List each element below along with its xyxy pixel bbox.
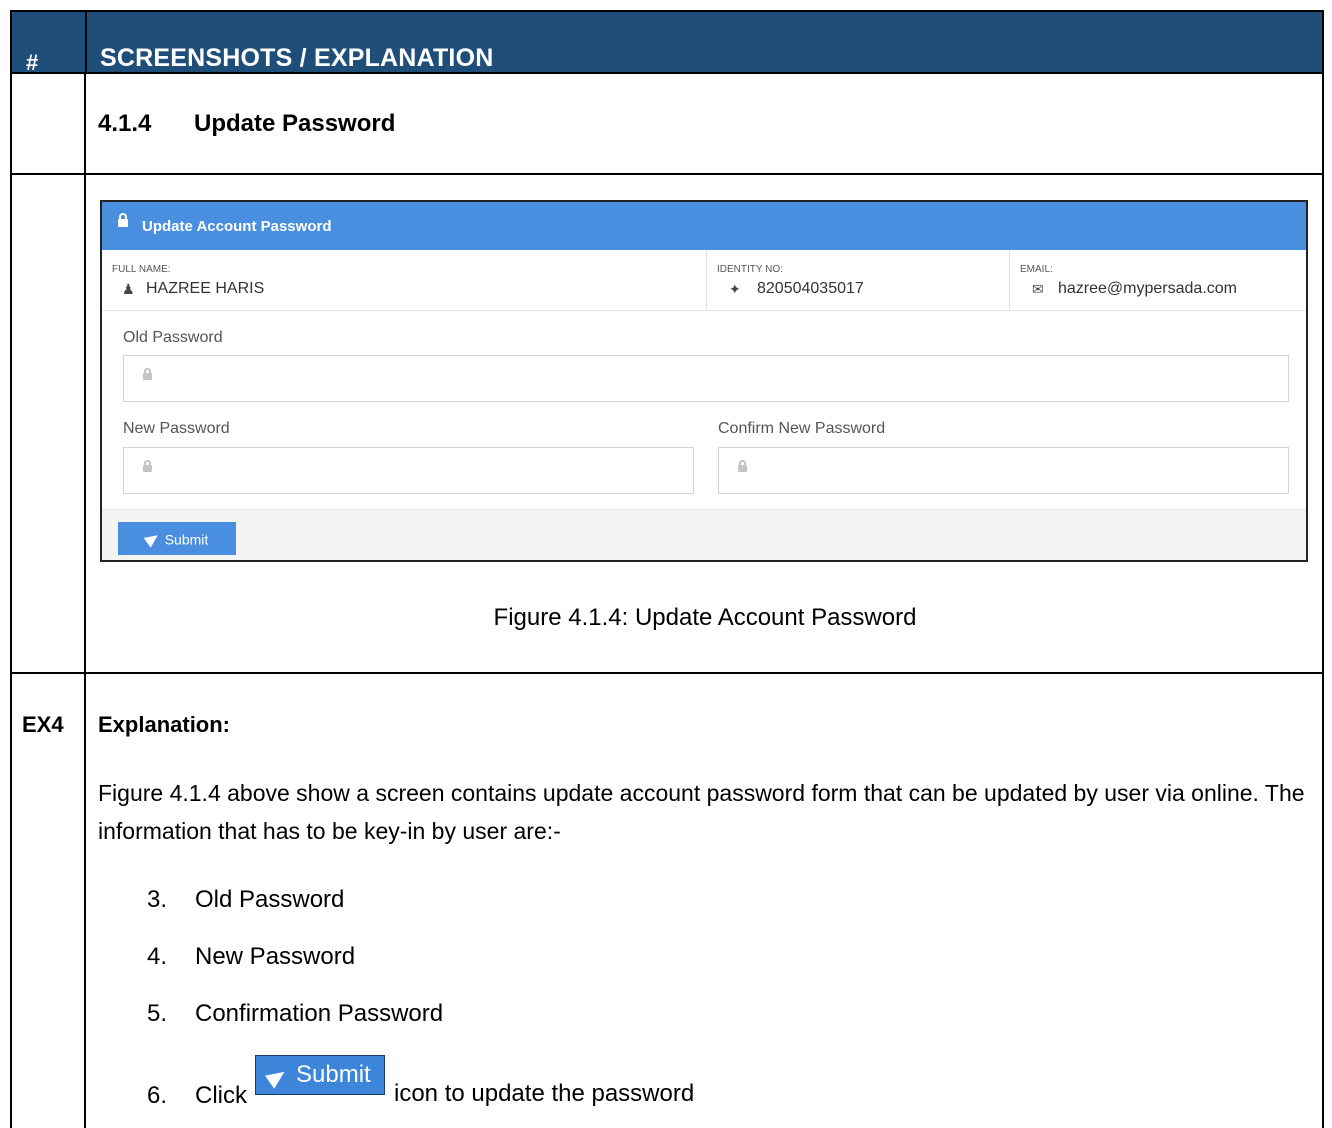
inline-submit-button-image: Submit bbox=[255, 1055, 385, 1095]
screenshot-update-password: Update Account Password FULL NAME: ♟ HAZ… bbox=[100, 200, 1308, 562]
explanation-heading: Explanation: bbox=[98, 712, 231, 737]
header-title: SCREENSHOTS / EXPLANATION bbox=[100, 44, 494, 72]
list-number: 3. bbox=[147, 886, 168, 913]
confirm-password-label: Confirm New Password bbox=[718, 420, 886, 437]
list-text: Old Password bbox=[195, 886, 345, 913]
list-text: New Password bbox=[195, 943, 356, 970]
identity-cell: IDENTITY NO: ✦ 820504035017 bbox=[707, 250, 1010, 310]
list-text-click: Click bbox=[195, 1082, 247, 1109]
list-item: 6. Click bbox=[147, 1082, 247, 1110]
lock-icon bbox=[143, 368, 152, 380]
email-value: hazree@mypersada.com bbox=[1058, 280, 1237, 297]
submit-label: Submit bbox=[164, 531, 209, 548]
old-password-input[interactable] bbox=[123, 355, 1289, 402]
confirm-password-input[interactable] bbox=[718, 447, 1289, 494]
list-item: 3. Old Password bbox=[147, 886, 344, 914]
header-divider bbox=[85, 12, 87, 72]
section-title: 4.1.4 Update Password bbox=[98, 110, 395, 138]
form-footer: Submit bbox=[102, 509, 1306, 560]
section-title-text: Update Password bbox=[194, 110, 396, 137]
unlock-icon bbox=[143, 460, 152, 472]
lock-icon bbox=[738, 460, 747, 472]
row-divider-2 bbox=[10, 672, 1324, 674]
email-label: EMAIL: bbox=[1020, 264, 1053, 275]
panel-title-bar: Update Account Password bbox=[102, 202, 1306, 250]
list-number: 4. bbox=[147, 943, 168, 970]
table-left-border bbox=[10, 74, 12, 1128]
row-id: EX4 bbox=[22, 712, 64, 737]
header-number-col: # bbox=[26, 50, 39, 75]
paper-plane-icon bbox=[265, 1065, 289, 1089]
identity-label: IDENTITY NO: bbox=[717, 264, 783, 275]
figure-caption: Figure 4.1.4: Update Account Password bbox=[493, 604, 917, 631]
tag-icon: ✦ bbox=[729, 281, 741, 297]
identity-value: 820504035017 bbox=[757, 280, 864, 297]
section-number: 4.1.4 bbox=[98, 110, 152, 137]
panel-title: Update Account Password bbox=[142, 218, 332, 235]
new-password-input[interactable] bbox=[123, 447, 694, 494]
account-info-row: FULL NAME: ♟ HAZREE HARIS IDENTITY NO: ✦… bbox=[102, 250, 1306, 311]
inline-submit-label: Submit bbox=[296, 1061, 371, 1088]
user-icon: ♟ bbox=[122, 281, 135, 297]
lock-icon bbox=[118, 213, 128, 227]
table-right-border bbox=[1322, 74, 1324, 1128]
full-name-value: HAZREE HARIS bbox=[146, 280, 265, 297]
paper-plane-icon bbox=[143, 530, 161, 548]
email-cell: EMAIL: ✉ hazree@mypersada.com bbox=[1010, 250, 1306, 310]
list-number: 6. bbox=[147, 1082, 168, 1109]
list-text-tail: icon to update the password bbox=[394, 1080, 695, 1107]
submit-button[interactable]: Submit bbox=[118, 522, 236, 555]
full-name-cell: FULL NAME: ♟ HAZREE HARIS bbox=[102, 250, 707, 310]
row-divider-1 bbox=[10, 173, 1324, 175]
full-name-label: FULL NAME: bbox=[112, 264, 171, 275]
list-item: 5. Confirmation Password bbox=[147, 1000, 443, 1028]
table-col-divider bbox=[84, 74, 86, 1128]
old-password-label: Old Password bbox=[123, 329, 223, 346]
new-password-label: New Password bbox=[123, 420, 230, 437]
list-text: Confirmation Password bbox=[195, 1000, 444, 1027]
table-header: # SCREENSHOTS / EXPLANATION bbox=[10, 10, 1324, 75]
list-number: 5. bbox=[147, 1000, 168, 1027]
list-item: 4. New Password bbox=[147, 943, 355, 971]
envelope-icon: ✉ bbox=[1032, 281, 1044, 297]
explanation-paragraph: Figure 4.1.4 above show a screen contain… bbox=[98, 780, 1305, 844]
